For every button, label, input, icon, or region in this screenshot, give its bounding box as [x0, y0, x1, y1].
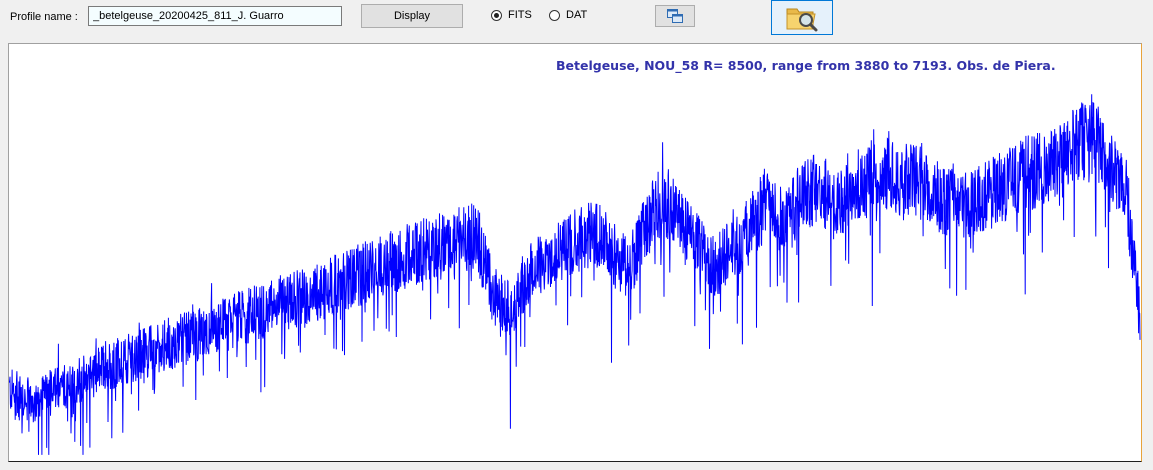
copy-button[interactable]: [655, 5, 695, 27]
fits-radio[interactable]: FITS: [491, 9, 532, 21]
display-button[interactable]: Display: [361, 4, 463, 28]
fits-radio-dot[interactable]: [491, 9, 502, 21]
profile-name-label: Profile name :: [10, 11, 78, 23]
spectrum-line: [9, 94, 1141, 455]
dat-radio[interactable]: DAT: [549, 9, 587, 21]
dat-radio-dot[interactable]: [549, 9, 560, 21]
open-file-button[interactable]: [771, 0, 833, 35]
fits-radio-label: FITS: [508, 9, 532, 21]
dat-radio-label: DAT: [566, 9, 588, 21]
folder-search-icon: [786, 8, 818, 31]
plot-title: Betelgeuse, NOU_58 R= 8500, range from 3…: [556, 58, 1056, 73]
spectrum-viewer-window: Profile name : Display FITS DAT Betelgeu…: [0, 0, 1153, 470]
profile-name-input[interactable]: [88, 6, 342, 26]
spectrum-plot: Betelgeuse, NOU_58 R= 8500, range from 3…: [8, 43, 1142, 462]
copy-windows-icon: [667, 9, 683, 23]
spectrum-chart: [9, 94, 1141, 455]
